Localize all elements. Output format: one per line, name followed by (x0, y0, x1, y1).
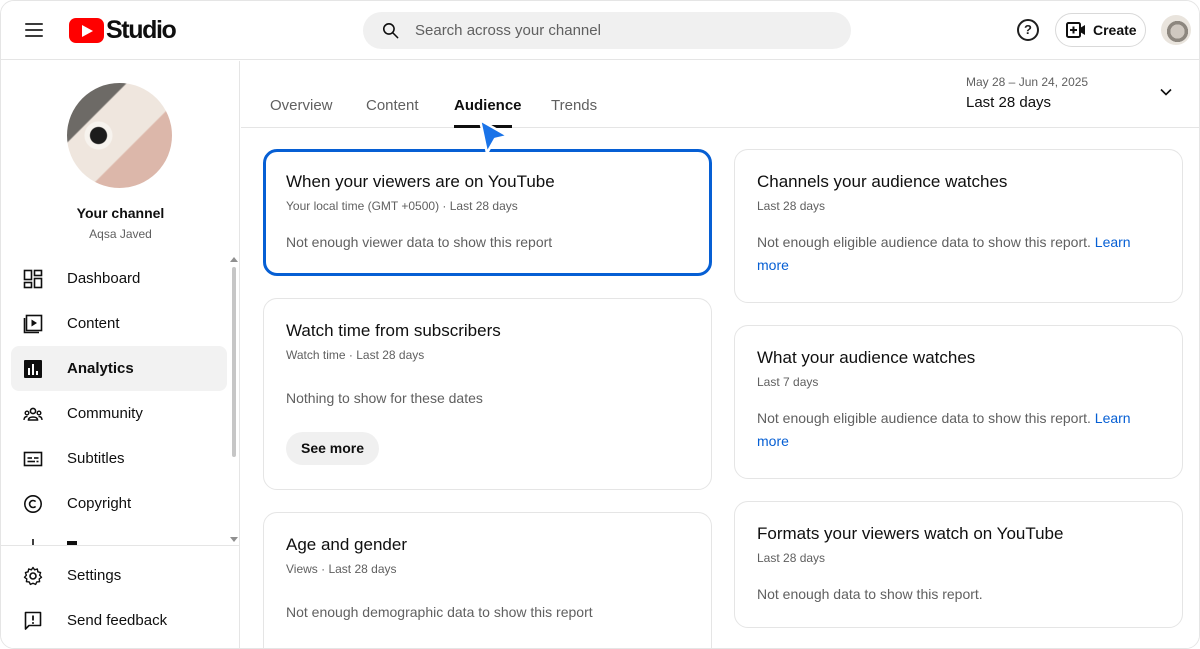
tab-content[interactable]: Content (366, 97, 419, 114)
sidebar-item-content[interactable]: Content (11, 301, 227, 346)
card-message: Not enough demographic data to show this… (286, 604, 593, 620)
mouse-cursor-icon (478, 118, 510, 155)
card-subtitle: Watch time · Last 28 days (286, 348, 425, 362)
card-message: Not enough data to show this report. (757, 586, 983, 602)
search-icon[interactable] (381, 21, 400, 40)
sidebar-scrollbar[interactable] (232, 267, 236, 457)
sidebar-item-send-feedback[interactable]: Send feedback (11, 598, 227, 643)
subtitles-icon (23, 451, 43, 466)
card-message: Not enough eligible audience data to sho… (757, 407, 1160, 453)
sidebar-divider (1, 545, 239, 546)
feedback-icon (24, 611, 42, 630)
sidebar-item-community[interactable]: Community (11, 391, 227, 436)
sidebar-item-partial (1, 537, 239, 545)
create-label: Create (1093, 22, 1137, 38)
scroll-up-arrow[interactable] (230, 257, 238, 262)
studio-window: Studio ? Create Your channel Aqsa Javed (0, 0, 1200, 649)
sidebar-item-label: Community (67, 405, 143, 422)
card-subtitle: Last 28 days (757, 551, 826, 565)
analytics-tabbar: Overview Content Audience Trends May 28 … (241, 61, 1199, 128)
card-what-audience-watches[interactable]: What your audience watches Last 7 days N… (734, 325, 1183, 479)
sidebar-item-subtitles[interactable]: Subtitles (11, 436, 227, 481)
card-subtitle: Views · Last 28 days (286, 562, 397, 576)
search-input[interactable] (415, 12, 835, 49)
tab-overview[interactable]: Overview (270, 97, 333, 114)
card-message: Not enough eligible audience data to sho… (757, 231, 1160, 277)
card-title: Formats your viewers watch on YouTube (757, 524, 1064, 543)
search-bar[interactable] (363, 12, 851, 49)
date-range-label: Last 28 days (966, 94, 1052, 111)
logo-text: Studio (106, 15, 177, 44)
card-viewers-on-youtube[interactable]: When your viewers are on YouTube Your lo… (263, 149, 712, 276)
menu-icon[interactable] (21, 17, 47, 43)
card-title: Channels your audience watches (757, 172, 1008, 191)
card-subtitle: Your local time (GMT +0500) · Last 28 da… (286, 199, 518, 213)
card-message: Not enough viewer data to show this repo… (286, 234, 553, 250)
card-subtitle: Last 28 days (757, 199, 826, 213)
sidebar-item-label: Analytics (67, 360, 134, 377)
channel-label[interactable]: Your channel (1, 205, 240, 221)
card-formats-viewers-watch[interactable]: Formats your viewers watch on YouTube La… (734, 501, 1183, 628)
card-channels-audience-watches[interactable]: Channels your audience watches Last 28 d… (734, 149, 1183, 303)
sidebar-item-copyright[interactable]: Copyright (11, 481, 227, 526)
sidebar-item-analytics[interactable]: Analytics (11, 346, 227, 391)
tab-trends[interactable]: Trends (551, 97, 597, 114)
scroll-down-arrow[interactable] (230, 537, 238, 542)
audience-report-area: When your viewers are on YouTube Your lo… (241, 129, 1199, 648)
channel-avatar[interactable] (67, 83, 172, 188)
card-title: Age and gender (286, 535, 407, 554)
card-title: What your audience watches (757, 348, 976, 367)
top-header: Studio ? Create (1, 1, 1199, 60)
card-title: Watch time from subscribers (286, 321, 501, 340)
card-message-text: Not enough eligible audience data to sho… (757, 410, 1091, 426)
card-title: When your viewers are on YouTube (286, 172, 555, 191)
create-video-icon (1066, 22, 1085, 38)
date-range-picker[interactable]: May 28 – Jun 24, 2025 Last 28 days (966, 75, 1088, 111)
gear-icon (23, 566, 43, 585)
card-subtitle: Last 7 days (757, 375, 819, 389)
analytics-icon (24, 359, 42, 378)
card-message-text: Not enough eligible audience data to sho… (757, 234, 1091, 250)
date-range-dates: May 28 – Jun 24, 2025 (966, 75, 1089, 89)
sidebar-item-label: Copyright (67, 495, 132, 512)
card-age-gender[interactable]: Age and gender Views · Last 28 days Not … (263, 512, 712, 648)
sidebar: Your channel Aqsa Javed Dashboard Conten… (1, 61, 240, 648)
content-icon (23, 314, 43, 333)
tab-audience[interactable]: Audience (454, 97, 522, 114)
sidebar-item-label: Content (67, 315, 120, 332)
card-watch-time-subscribers[interactable]: Watch time from subscribers Watch time ·… (263, 298, 712, 490)
studio-logo[interactable]: Studio (69, 15, 177, 45)
sidebar-item-settings[interactable]: Settings (11, 553, 227, 598)
chevron-down-icon[interactable] (1159, 85, 1173, 99)
sidebar-item-label: Subtitles (67, 450, 125, 467)
channel-name: Aqsa Javed (89, 227, 152, 241)
dashboard-icon (23, 269, 43, 288)
sidebar-item-dashboard[interactable]: Dashboard (11, 256, 227, 301)
youtube-logo-icon (69, 17, 104, 43)
community-icon (23, 407, 43, 421)
account-avatar[interactable] (1161, 15, 1191, 45)
card-message: Nothing to show for these dates (286, 390, 483, 406)
create-button[interactable]: Create (1055, 13, 1146, 47)
sidebar-item-label: Dashboard (67, 270, 141, 287)
sidebar-item-label: Settings (67, 567, 122, 584)
copyright-icon (24, 494, 42, 513)
see-more-button[interactable]: See more (286, 432, 380, 465)
sidebar-item-label: Send feedback (67, 612, 168, 629)
help-icon[interactable]: ? (1017, 19, 1039, 41)
